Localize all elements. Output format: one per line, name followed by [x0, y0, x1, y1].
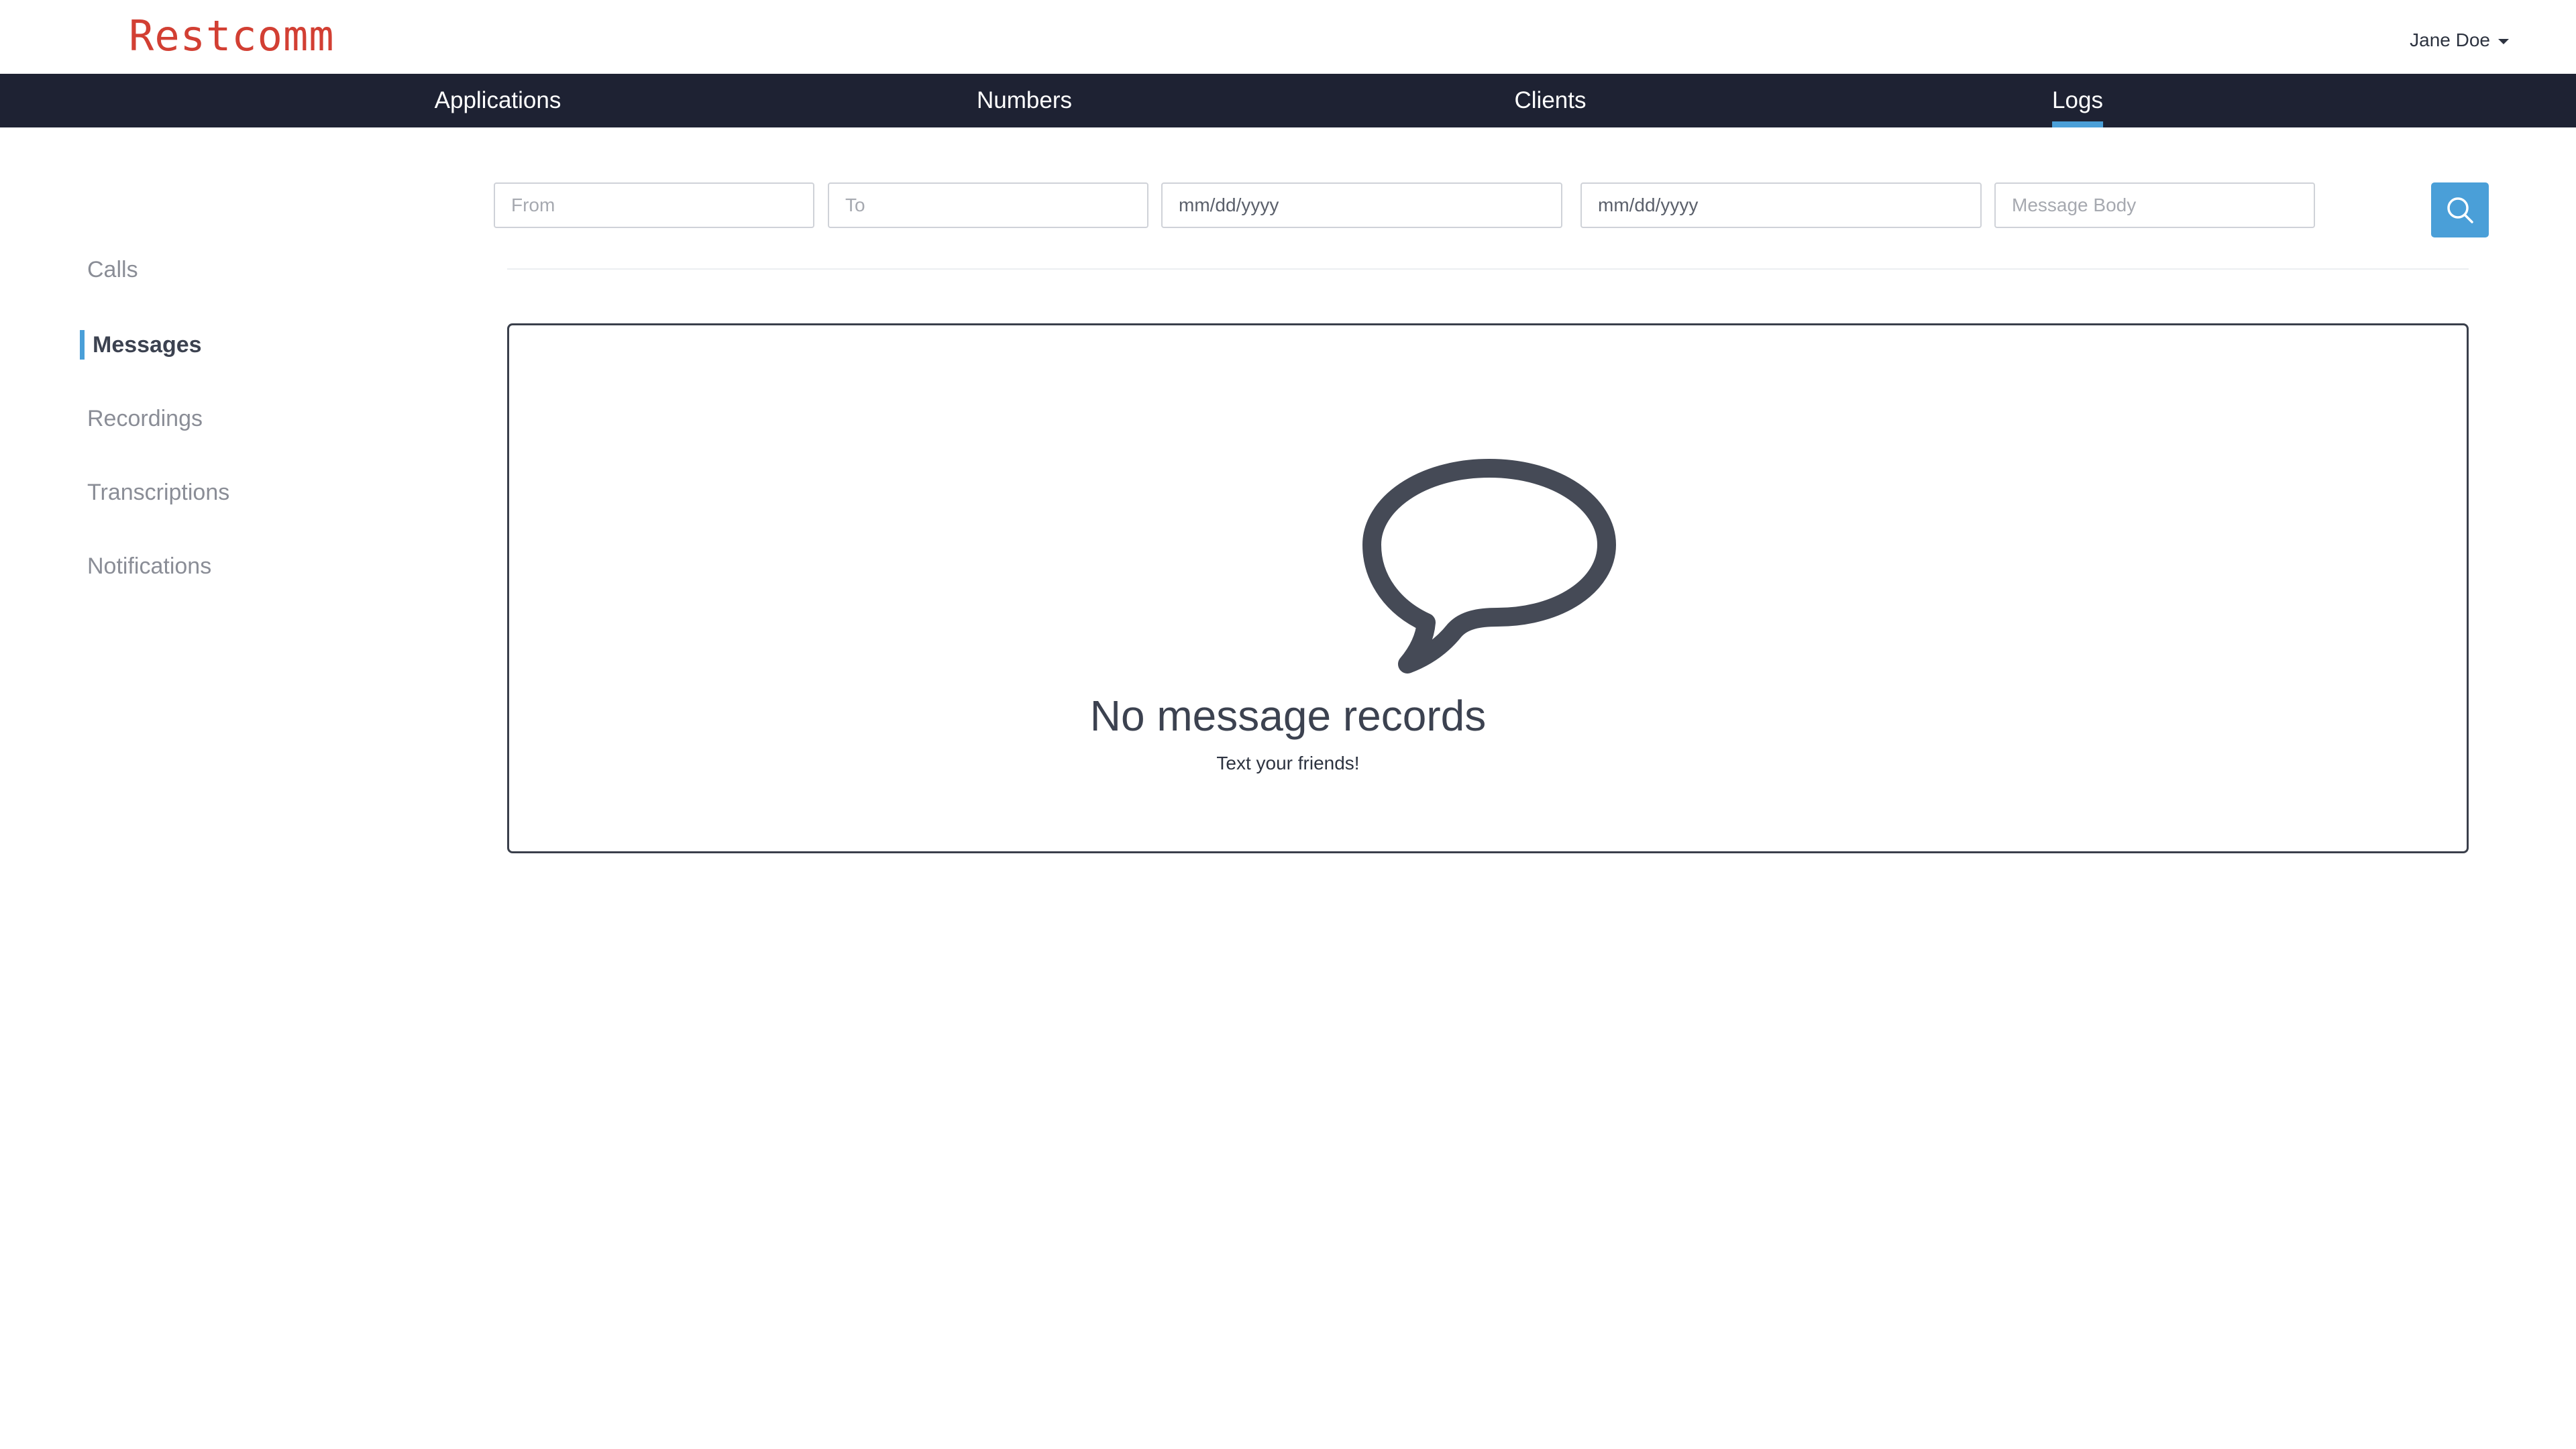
sidebar-item-notifications[interactable]: Notifications	[87, 551, 211, 581]
nav-numbers[interactable]: Numbers	[977, 74, 1072, 127]
restcomm-logo[interactable]: Restcomm	[129, 9, 335, 63]
search-button[interactable]	[2431, 182, 2489, 237]
top-header: Restcomm Jane Doe	[0, 0, 2576, 74]
from-input[interactable]	[494, 182, 814, 228]
nav-applications[interactable]: Applications	[435, 74, 561, 127]
active-indicator	[80, 330, 85, 360]
sidebar-item-calls[interactable]: Calls	[87, 255, 138, 284]
filter-divider	[507, 268, 2469, 270]
start-date-input[interactable]	[1161, 182, 1562, 228]
search-icon	[2447, 197, 2473, 223]
speech-bubble-icon	[1362, 459, 1616, 674]
user-menu[interactable]: Jane Doe	[2410, 30, 2509, 51]
sidebar-item-transcriptions[interactable]: Transcriptions	[87, 478, 229, 507]
sidebar-item-messages[interactable]: Messages	[93, 330, 202, 360]
caret-down-icon[interactable]	[2498, 39, 2509, 44]
empty-state-title: No message records	[1089, 692, 1487, 740]
empty-state-subtitle: Text your friends!	[1216, 753, 1360, 773]
sidebar-item-recordings[interactable]: Recordings	[87, 404, 203, 433]
end-date-input[interactable]	[1580, 182, 1982, 228]
nav-clients[interactable]: Clients	[1515, 74, 1587, 127]
main-nav: Applications Numbers Clients Logs	[0, 74, 2576, 127]
nav-logs[interactable]: Logs	[2052, 74, 2103, 127]
to-input[interactable]	[828, 182, 1148, 228]
user-name[interactable]: Jane Doe	[2410, 30, 2490, 51]
message-body-input[interactable]	[1994, 182, 2315, 228]
